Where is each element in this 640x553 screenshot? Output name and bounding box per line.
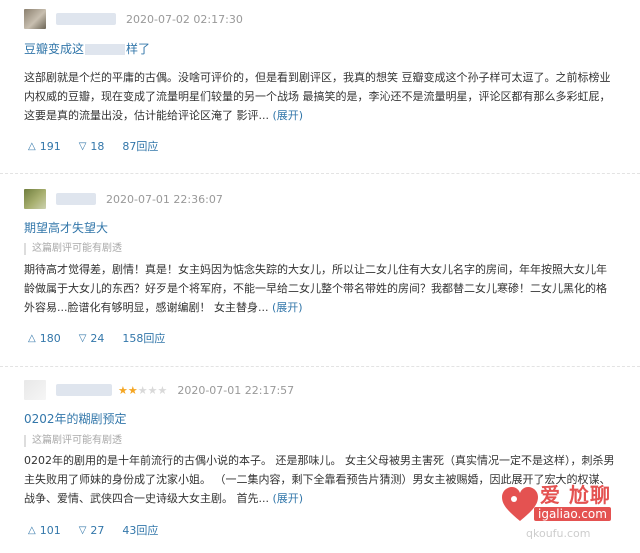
review-actions: △ 180 ▽ 24 158回应 (28, 330, 165, 346)
expand-link[interactable]: (展开) (272, 301, 303, 314)
site-watermark: 爱 尬聊 igaliao.com qkoufu.com (482, 477, 632, 547)
review-card: 2020-07-01 22:36:07 期望高才失望大 这篇剧评可能有剧透 期待… (0, 176, 640, 362)
divider (0, 366, 640, 367)
upvote-count: 180 (39, 331, 61, 345)
reply-link[interactable]: 87回应 (122, 138, 158, 154)
avatar[interactable] (24, 189, 46, 209)
review-meta: 2020-07-01 22:36:07 (24, 188, 223, 210)
thumb-up-icon: △ (28, 140, 36, 152)
review-time: 2020-07-01 22:17:57 (177, 383, 295, 397)
downvote-count: 18 (90, 139, 105, 153)
upvote-count: 101 (39, 523, 61, 537)
upvote-count: 191 (39, 139, 61, 153)
avatar[interactable] (24, 380, 46, 400)
avatar[interactable] (24, 9, 46, 29)
thumb-up-icon: △ (28, 332, 36, 344)
review-excerpt: 这部剧就是个烂的平庸的古偶。没啥可评价的，但是看到剧评区，我真的想笑 豆瓣变成这… (24, 68, 616, 125)
review-text: 期待高才觉得差，剧情！真是！女主妈因为惦念失踪的大女儿，所以让二女儿住有大女儿名… (24, 263, 607, 314)
upvote-button[interactable]: △ 191 (28, 140, 61, 153)
review-title[interactable]: 期望高才失望大 (24, 219, 108, 236)
watermark-domain: igaliao.com (534, 507, 611, 521)
thumb-down-icon: ▽ (78, 140, 87, 152)
spoiler-warning: 这篇剧评可能有剧透 (24, 435, 122, 447)
review-excerpt: 期待高才觉得差，剧情！真是！女主妈因为惦念失踪的大女儿，所以让二女儿住有大女儿名… (24, 260, 616, 317)
expand-link[interactable]: (展开) (273, 109, 304, 122)
username-redacted[interactable] (56, 384, 112, 396)
downvote-count: 24 (90, 331, 105, 345)
review-meta: ★★★★★ 2020-07-01 22:17:57 (24, 379, 294, 401)
upvote-button[interactable]: △ 180 (28, 332, 61, 345)
review-title-suffix[interactable]: 样了 (126, 42, 150, 56)
thumb-down-icon: ▽ (78, 524, 87, 536)
review-title[interactable]: 0202年的糊剧预定 (24, 410, 127, 427)
review-text: 这部剧就是个烂的平庸的古偶。没啥可评价的，但是看到剧评区，我真的想笑 豆瓣变成这… (24, 71, 611, 122)
reply-link[interactable]: 158回应 (122, 330, 165, 346)
review-time: 2020-07-02 02:17:30 (126, 12, 243, 26)
review-title-prefix[interactable]: 豆瓣变成这 (24, 42, 84, 56)
review-actions: △ 191 ▽ 18 87回应 (28, 138, 158, 154)
downvote-button[interactable]: ▽ 18 (79, 140, 105, 153)
watermark-brand: 爱 尬聊 (540, 483, 611, 507)
spoiler-warning: 这篇剧评可能有剧透 (24, 243, 122, 255)
downvote-count: 27 (90, 523, 105, 537)
redacted-block (85, 44, 126, 55)
downvote-button[interactable]: ▽ 27 (79, 524, 105, 537)
upvote-button[interactable]: △ 101 (28, 524, 61, 537)
divider (0, 173, 640, 174)
review-time: 2020-07-01 22:36:07 (106, 192, 223, 206)
review-card: 2020-07-02 02:17:30 豆瓣变成这 样了 这部剧就是个烂的平庸的古… (0, 0, 640, 172)
review-title[interactable]: 豆瓣变成这 样了 (24, 40, 150, 57)
rating-stars: ★★★★★ (118, 383, 168, 397)
username-redacted[interactable] (56, 193, 96, 205)
reply-link[interactable]: 43回应 (122, 522, 158, 538)
expand-link[interactable]: (展开) (273, 492, 304, 505)
thumb-up-icon: △ (28, 524, 36, 536)
review-meta: 2020-07-02 02:17:30 (24, 8, 243, 30)
review-actions: △ 101 ▽ 27 43回应 (28, 522, 158, 538)
username-redacted[interactable] (56, 13, 116, 25)
downvote-button[interactable]: ▽ 24 (79, 332, 105, 345)
watermark-domain-2: qkoufu.com (526, 527, 591, 540)
thumb-down-icon: ▽ (78, 332, 87, 344)
